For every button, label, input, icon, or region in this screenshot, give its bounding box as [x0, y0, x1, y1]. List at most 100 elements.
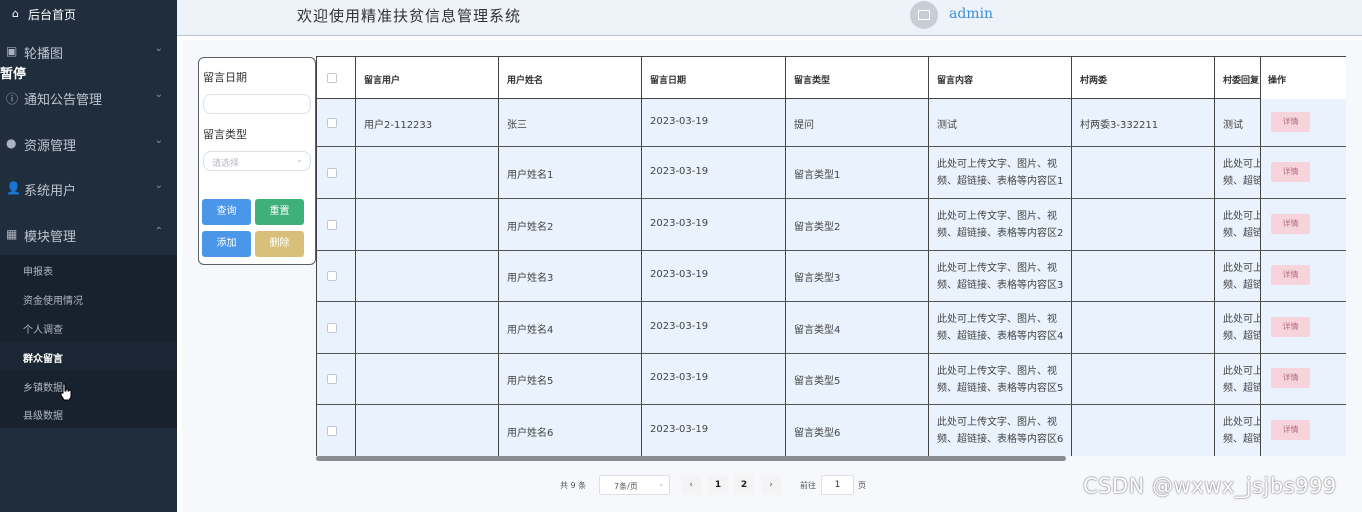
cell-text: 留言类型1	[794, 170, 841, 181]
table-cell	[1071, 199, 1214, 250]
table-cell: 2023-03-19	[641, 147, 785, 198]
sidebar-menu-carousel[interactable]: ▣ 轮播图 ⌄	[0, 32, 177, 72]
search-panel: 留言日期 留言类型 请选择 ⌄ 查询 重置 添加 删除	[198, 57, 316, 265]
table-cell: 用户姓名3	[498, 251, 641, 301]
row-checkbox[interactable]	[327, 323, 337, 333]
column-header[interactable]: 留言用户	[355, 57, 498, 99]
table-cell: 留言类型2	[785, 199, 928, 250]
table-row[interactable]: 用户姓名1 2023-03-19 留言类型1 此处可上传文字、图片、视 频、超链接、表格…	[316, 147, 1346, 199]
column-header[interactable]: 村两委	[1071, 57, 1214, 99]
cell-text: 留言类型3	[794, 273, 841, 284]
row-checkbox[interactable]	[327, 426, 337, 436]
operation-cell: 详情	[1260, 302, 1346, 353]
username[interactable]: admin	[949, 6, 993, 22]
table-cell: 用户姓名1	[498, 147, 641, 198]
page-title: 欢迎使用精准扶贫信息管理系统	[297, 7, 522, 25]
page-size-select[interactable]: 7条/页 ⌄	[599, 475, 670, 495]
row-checkbox[interactable]	[327, 118, 337, 128]
checkbox-cell	[316, 99, 355, 146]
table-cell	[1071, 405, 1214, 456]
submenu-item[interactable]: 县级数据	[0, 399, 177, 427]
table-row[interactable]: 用户姓名3 2023-03-19 留言类型3 此处可上传文字、图片、视 频、超链接、表格…	[316, 251, 1346, 302]
operation-cell: 详情	[1260, 147, 1346, 198]
submenu-item[interactable]: 乡镇数据	[0, 371, 177, 399]
cell-text: 2023-03-19	[650, 166, 709, 177]
chevron-down-icon: ⌄	[154, 135, 163, 146]
column-header[interactable]: 留言内容	[928, 57, 1071, 99]
detail-button[interactable]: 详情	[1271, 214, 1310, 234]
cell-text: 此处可上传文字、图片、视	[937, 417, 1057, 428]
table-cell: 用户姓名5	[498, 354, 641, 404]
table-cell: 提问	[785, 99, 928, 146]
cell-text: 留言类型4	[794, 325, 841, 336]
horizontal-scrollbar[interactable]	[316, 456, 1066, 461]
column-header[interactable]: 留言日期	[641, 57, 785, 99]
row-checkbox[interactable]	[327, 374, 337, 384]
goto-page-input[interactable]: 1	[821, 475, 854, 495]
table-cell	[355, 405, 498, 456]
reset-button[interactable]: 重置	[255, 199, 304, 225]
cell-text: 留言类型2	[794, 222, 841, 233]
table-cell: 留言类型5	[785, 354, 928, 404]
sidebar-menu-notice[interactable]: ⓘ 通知公告管理 ⌄	[0, 78, 177, 118]
table-cell: 用户姓名4	[498, 302, 641, 353]
date-input[interactable]	[203, 94, 311, 114]
table-row[interactable]: 用户姓名4 2023-03-19 留言类型4 此处可上传文字、图片、视 频、超链接、表格…	[316, 302, 1346, 354]
add-button[interactable]: 添加	[202, 231, 251, 257]
table-cell	[1071, 302, 1214, 353]
cell-text: 频、超链接、表格等内容区1	[937, 176, 1064, 187]
date-label: 留言日期	[203, 71, 247, 84]
cell-text: 此处可上传文字、图片、视	[937, 314, 1057, 325]
chevron-down-icon: ⌄	[154, 43, 163, 54]
cell-text: 留言类型5	[794, 376, 841, 387]
sidebar-menu-label: 轮播图	[24, 47, 64, 62]
select-all-checkbox[interactable]	[327, 73, 337, 83]
cell-text: 此处可上	[1223, 159, 1263, 170]
cell-text: 频、超链	[1223, 228, 1263, 239]
column-header[interactable]: 留言类型	[785, 57, 928, 99]
prev-page-button[interactable]: ‹	[681, 475, 701, 495]
table-row[interactable]: 用户姓名5 2023-03-19 留言类型5 此处可上传文字、图片、视 频、超链接、表格…	[316, 354, 1346, 405]
column-header[interactable]: 用户姓名	[498, 57, 641, 99]
checkbox-cell	[316, 251, 355, 301]
cell-text: 张三	[507, 120, 527, 131]
row-checkbox[interactable]	[327, 168, 337, 178]
row-checkbox[interactable]	[327, 220, 337, 230]
type-label: 留言类型	[203, 128, 247, 141]
avatar[interactable]	[910, 1, 938, 29]
delete-button[interactable]: 删除	[255, 231, 304, 257]
submenu-item[interactable]: 资金使用情况	[0, 284, 177, 312]
sidebar-menu-module[interactable]: ▦ 模块管理 ⌃	[0, 215, 177, 255]
submenu-item[interactable]: 个人调查	[0, 313, 177, 341]
hand-cursor-icon	[60, 383, 72, 401]
table-cell: 留言类型3	[785, 251, 928, 301]
sidebar-menu-label: 系统用户	[24, 184, 77, 199]
sidebar-home[interactable]: ⌂ 后台首页	[0, 0, 177, 28]
sidebar-menu-resource[interactable]: ● 资源管理 ⌄	[0, 124, 177, 164]
table-row[interactable]: 用户姓名2 2023-03-19 留言类型2 此处可上传文字、图片、视 频、超链接、表格…	[316, 199, 1346, 251]
submenu-item[interactable]: 申报表	[0, 255, 177, 283]
cell-text: 用户姓名2	[507, 222, 554, 233]
checkbox-cell	[316, 354, 355, 404]
detail-button[interactable]: 详情	[1271, 368, 1310, 388]
row-checkbox[interactable]	[327, 271, 337, 281]
checkbox-cell	[316, 302, 355, 353]
detail-button[interactable]: 详情	[1271, 420, 1310, 440]
detail-button[interactable]: 详情	[1271, 162, 1310, 182]
goto-label: 前往	[800, 481, 816, 490]
page-button[interactable]: 2	[734, 475, 754, 495]
type-select[interactable]: 请选择 ⌄	[203, 151, 311, 171]
table-cell: 留言类型1	[785, 147, 928, 198]
cell-text: 频、超链	[1223, 383, 1263, 394]
query-button[interactable]: 查询	[202, 199, 251, 225]
next-page-button[interactable]: ›	[761, 475, 781, 495]
detail-button[interactable]: 详情	[1271, 265, 1310, 285]
detail-button[interactable]: 详情	[1271, 112, 1310, 132]
submenu-item-active[interactable]: 群众留言	[0, 342, 177, 370]
table-row[interactable]: 用户2-112233 张三 2023-03-19 提问 测试 村两委3-332211 测试 详…	[316, 99, 1346, 147]
detail-button[interactable]: 详情	[1271, 317, 1310, 337]
table-cell: 2023-03-19	[641, 354, 785, 404]
page-button[interactable]: 1	[708, 475, 728, 495]
sidebar-menu-sysuser[interactable]: 👤 系统用户 ⌄	[0, 169, 177, 209]
table-row[interactable]: 用户姓名6 2023-03-19 留言类型6 此处可上传文字、图片、视 频、超链接、表格…	[316, 405, 1346, 456]
